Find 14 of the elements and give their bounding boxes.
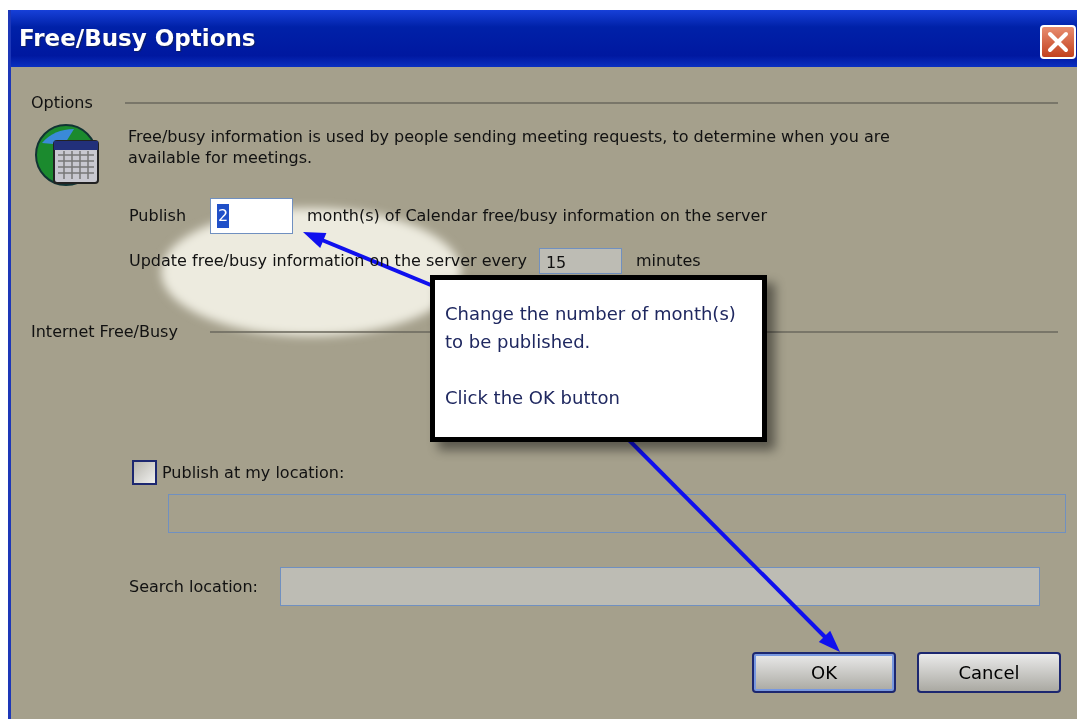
description-text: Free/busy information is used by people sending meeting requests, to determine when you are available for meetings. (128, 126, 891, 168)
field-label: Search location: (129, 575, 258, 598)
checkbox-label: Publish at my location: (162, 461, 345, 484)
dialog-button[interactable]: OK (752, 652, 896, 693)
field-suffix: month(s) of Calendar free/busy information on the server (307, 205, 767, 227)
callout-text: Click the OK button (445, 386, 621, 410)
section-heading: Internet Free/Busy (31, 321, 178, 343)
window-title: Free/Busy Options (19, 24, 256, 54)
number-field[interactable]: 2 (210, 198, 294, 234)
field-suffix: minutes (635, 250, 701, 272)
dialog-button[interactable]: Cancel (917, 652, 1061, 693)
callout-text: Change the number of month(s) to be published. (445, 302, 737, 354)
section-heading: Options (31, 92, 93, 114)
field-label: Publish (129, 205, 187, 227)
